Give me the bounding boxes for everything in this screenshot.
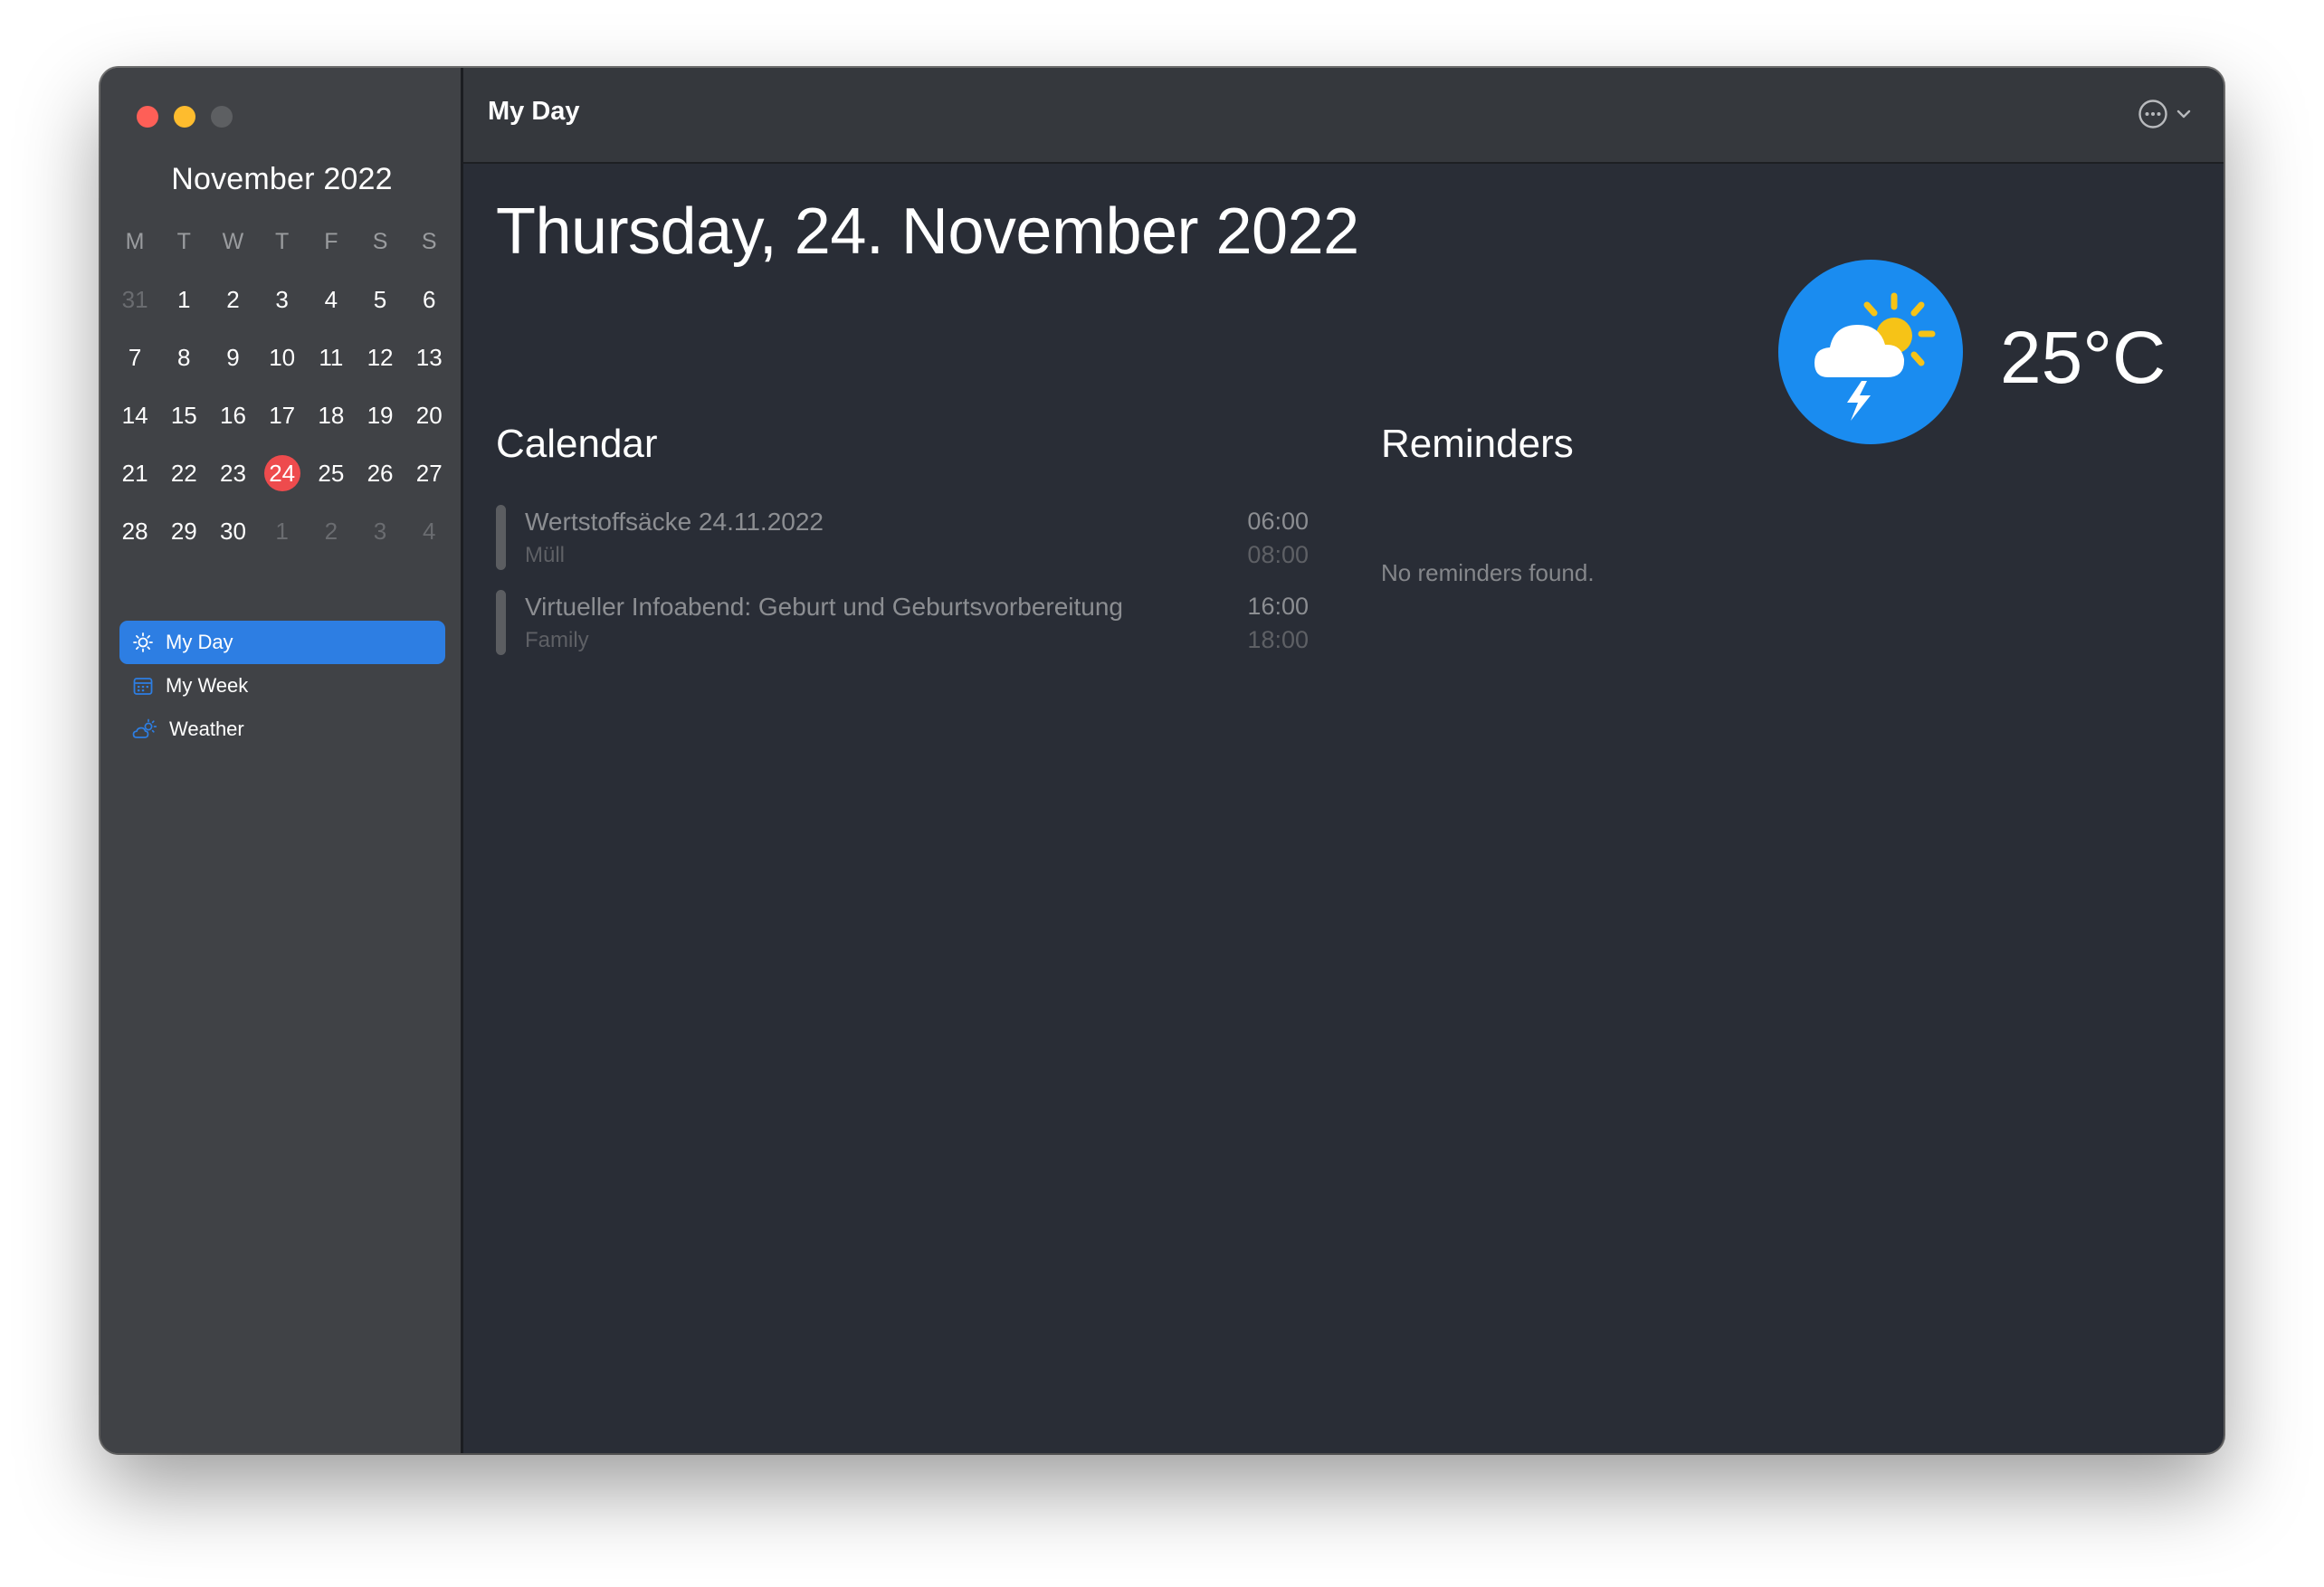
sidebar-item-my-day[interactable]: My Day xyxy=(119,621,445,664)
cloud-sun-icon xyxy=(132,718,169,740)
event-calendar-name: Müll xyxy=(525,543,566,567)
calendar-heading: Calendar xyxy=(496,422,658,466)
calendar-day[interactable]: 22 xyxy=(159,444,208,502)
calendar-day[interactable]: 20 xyxy=(405,386,453,444)
calendar-day[interactable]: 31 xyxy=(110,271,159,328)
event-list: Wertstoffsäcke 24.11.2022 Müll 06:00 08:00 V… xyxy=(496,505,1309,675)
calendar-day-today[interactable]: 24 xyxy=(258,444,307,502)
calendar-day[interactable]: 8 xyxy=(159,328,208,386)
calendar-day[interactable]: 25 xyxy=(307,444,356,502)
calendar-day[interactable]: 15 xyxy=(159,386,208,444)
calendar-day[interactable]: 9 xyxy=(208,328,257,386)
calendar-day[interactable]: 4 xyxy=(405,502,453,560)
calendar-color-bar xyxy=(496,505,506,570)
date-title: Thursday, 24. November 2022 xyxy=(496,195,1359,268)
event-calendar-name: Family xyxy=(525,628,589,652)
calendar-day[interactable]: 13 xyxy=(405,328,453,386)
window-title: My Day xyxy=(488,97,580,126)
calendar-day[interactable]: 14 xyxy=(110,386,159,444)
calendar-day[interactable]: 17 xyxy=(258,386,307,444)
event-title: Virtueller Infoabend: Geburt und Geburts… xyxy=(525,593,1124,621)
sidebar-item-my-week[interactable]: My Week xyxy=(119,664,445,708)
calendar-day[interactable]: 5 xyxy=(356,271,405,328)
calendar-day[interactable]: 18 xyxy=(307,386,356,444)
ellipsis-circle-icon xyxy=(2138,100,2167,128)
weekday-header: S xyxy=(372,228,388,254)
event-start-time: 06:00 xyxy=(1247,508,1309,535)
calendar-day[interactable]: 7 xyxy=(110,328,159,386)
calendar-day[interactable]: 11 xyxy=(307,328,356,386)
calendar-day[interactable]: 4 xyxy=(307,271,356,328)
sidebar-item-weather[interactable]: Weather xyxy=(119,708,445,751)
event-start-time: 16:00 xyxy=(1247,593,1309,620)
calendar-day[interactable]: 2 xyxy=(307,502,356,560)
calendar-day[interactable]: 16 xyxy=(208,386,257,444)
window-controls xyxy=(137,106,233,128)
calendar-day[interactable]: 30 xyxy=(208,502,257,560)
calendar-day[interactable]: 19 xyxy=(356,386,405,444)
calendar-day[interactable]: 1 xyxy=(159,271,208,328)
calendar-day[interactable]: 2 xyxy=(208,271,257,328)
calendar-day[interactable]: 12 xyxy=(356,328,405,386)
calendar-day[interactable]: 28 xyxy=(110,502,159,560)
calendar-day[interactable]: 6 xyxy=(405,271,453,328)
calendar-icon xyxy=(132,675,166,697)
weekday-header: T xyxy=(176,228,191,254)
weekday-header: S xyxy=(421,228,437,254)
calendar-day[interactable]: 10 xyxy=(258,328,307,386)
reminders-heading: Reminders xyxy=(1381,422,1574,466)
sidebar-item-label: My Day xyxy=(166,631,233,653)
close-window-button[interactable] xyxy=(137,106,158,128)
event-end-time: 18:00 xyxy=(1247,626,1309,653)
event-item[interactable]: Virtueller Infoabend: Geburt und Geburts… xyxy=(496,590,1309,655)
weekday-header: F xyxy=(324,228,338,254)
weekday-header: W xyxy=(222,228,244,254)
event-end-time: 08:00 xyxy=(1247,541,1309,568)
mini-calendar: M T W T F S S 31 1 2 3 4 5 6 7 8 9 10 11 12 13 14 15 16 17 18 19 20… xyxy=(110,213,454,560)
sidebar: November 2022 M T W T F S S 31 1 2 3 4 5 6 7 8 9 10 11 12 13… xyxy=(100,68,463,1453)
calendar-day[interactable]: 23 xyxy=(208,444,257,502)
sidebar-item-label: Weather xyxy=(169,717,244,740)
weekday-header: T xyxy=(275,228,290,254)
month-title: November 2022 xyxy=(171,162,393,196)
calendar-day[interactable]: 3 xyxy=(258,271,307,328)
calendar-day[interactable]: 3 xyxy=(356,502,405,560)
zoom-window-button[interactable] xyxy=(211,106,233,128)
toolbar: My Day xyxy=(463,68,2224,164)
sun-icon xyxy=(132,632,166,653)
chevron-down-icon xyxy=(2176,109,2191,119)
calendar-day[interactable]: 27 xyxy=(405,444,453,502)
calendar-day[interactable]: 1 xyxy=(258,502,307,560)
today-marker: 24 xyxy=(263,455,300,491)
thunderstorm-sun-icon xyxy=(1778,260,1963,444)
event-item[interactable]: Wertstoffsäcke 24.11.2022 Müll 06:00 08:00 xyxy=(496,505,1309,570)
app-window: November 2022 M T W T F S S 31 1 2 3 4 5 6 7 8 9 10 11 12 13… xyxy=(100,68,2224,1453)
calendar-day[interactable]: 26 xyxy=(356,444,405,502)
event-title: Wertstoffsäcke 24.11.2022 xyxy=(525,508,824,536)
calendar-day[interactable]: 21 xyxy=(110,444,159,502)
calendar-day[interactable]: 29 xyxy=(159,502,208,560)
sidebar-item-label: My Week xyxy=(166,674,249,697)
more-options-button[interactable] xyxy=(2138,99,2192,129)
sidebar-nav: My Day My Week Weather xyxy=(119,621,445,751)
reminders-empty-message: No reminders found. xyxy=(1381,559,1595,586)
calendar-color-bar xyxy=(496,590,506,655)
main-content: Thursday, 24. November 2022 25°C Calenda… xyxy=(463,164,2224,1453)
weekday-header: M xyxy=(125,228,145,254)
temperature: 25°C xyxy=(2000,317,2167,399)
minimize-window-button[interactable] xyxy=(174,106,195,128)
